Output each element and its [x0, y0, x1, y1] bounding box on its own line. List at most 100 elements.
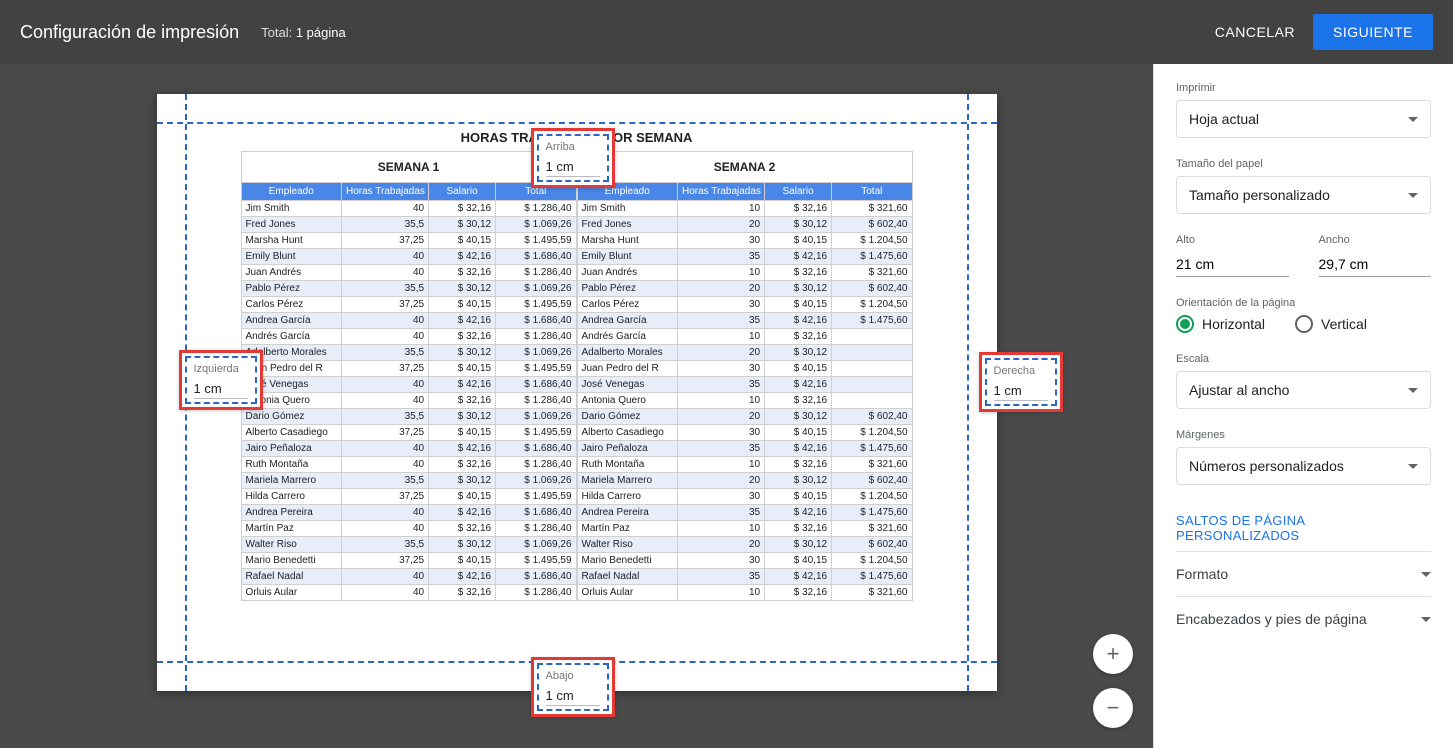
margins-dropdown[interactable]: Números personalizados [1176, 447, 1431, 485]
table-row: Walter Riso35,5$ 30,12$ 1.069,26 [241, 537, 576, 553]
cell-emp: Fred Jones [241, 217, 342, 233]
cell-hours: 40 [342, 265, 429, 281]
margin-top-value[interactable]: 1 cm [546, 159, 600, 177]
cell-total: $ 1.204,50 [832, 425, 912, 441]
cell-emp: Marsha Hunt [241, 233, 342, 249]
height-label: Alto [1176, 234, 1289, 246]
width-input[interactable] [1319, 252, 1432, 277]
cell-emp: Ruth Montaña [241, 457, 342, 473]
total-value: 1 página [296, 25, 346, 40]
cell-salary: $ 32,16 [429, 265, 496, 281]
margin-right-value[interactable]: 1 cm [994, 383, 1048, 401]
table-row: José Venegas35$ 42,16 [577, 377, 912, 393]
margin-callout-left[interactable]: Izquierda 1 cm [179, 350, 263, 410]
cell-hours: 20 [678, 537, 765, 553]
cell-emp: Andrés García [241, 329, 342, 345]
cell-total: $ 602,40 [832, 409, 912, 425]
cancel-button[interactable]: Cancelar [1215, 24, 1295, 40]
scale-dropdown[interactable]: Ajustar al ancho [1176, 371, 1431, 409]
cell-hours: 35 [678, 441, 765, 457]
next-button[interactable]: Siguiente [1313, 14, 1433, 50]
cell-total: $ 1.286,40 [496, 457, 576, 473]
page-preview: HORAS TRABAJADAS POR SEMANA SEMANA 1 Emp… [157, 94, 997, 691]
page-content: HORAS TRABAJADAS POR SEMANA SEMANA 1 Emp… [241, 122, 913, 663]
cell-total: $ 1.495,59 [496, 297, 576, 313]
cell-salary: $ 40,15 [765, 361, 832, 377]
cell-emp: Juan Andrés [241, 265, 342, 281]
week1-block: SEMANA 1 Empleado Horas Trabajadas Salar… [241, 151, 577, 601]
chevron-down-icon [1408, 193, 1418, 198]
format-expander[interactable]: Formato [1176, 551, 1431, 596]
cell-emp: Hilda Carrero [241, 489, 342, 505]
chevron-down-icon [1408, 117, 1418, 122]
cell-salary: $ 30,12 [429, 345, 496, 361]
cell-salary: $ 42,16 [765, 569, 832, 585]
cell-emp: Rafael Nadal [577, 569, 678, 585]
margin-guide-right[interactable] [967, 94, 969, 691]
cell-emp: Orluis Aular [577, 585, 678, 601]
cell-total: $ 1.495,59 [496, 361, 576, 377]
cell-salary: $ 32,16 [429, 201, 496, 217]
table-row: Marsha Hunt30$ 40,15$ 1.204,50 [577, 233, 912, 249]
cell-emp: Dario Gómez [577, 409, 678, 425]
margin-callout-top[interactable]: Arriba 1 cm [531, 128, 615, 188]
table-row: Mariela Marrero35,5$ 30,12$ 1.069,26 [241, 473, 576, 489]
week2-header: SEMANA 2 [577, 151, 913, 182]
cell-salary: $ 40,15 [765, 233, 832, 249]
cell-emp: Carlos Pérez [577, 297, 678, 313]
table-row: Mario Benedetti30$ 40,15$ 1.204,50 [577, 553, 912, 569]
table-row: Hilda Carrero37,25$ 40,15$ 1.495,59 [241, 489, 576, 505]
print-dropdown[interactable]: Hoja actual [1176, 100, 1431, 138]
cell-emp: Andrés García [577, 329, 678, 345]
orientation-vertical-radio[interactable]: Vertical [1295, 315, 1367, 333]
cell-total: $ 1.204,50 [832, 489, 912, 505]
cell-salary: $ 42,16 [429, 313, 496, 329]
table-row: Rafael Nadal35$ 42,16$ 1.475,60 [577, 569, 912, 585]
cell-total: $ 1.475,60 [832, 441, 912, 457]
cell-emp: Andrea Pereira [241, 505, 342, 521]
margin-left-value[interactable]: 1 cm [194, 381, 248, 399]
margin-bottom-value[interactable]: 1 cm [546, 688, 600, 706]
table-row: Ruth Montaña10$ 32,16$ 321,60 [577, 457, 912, 473]
header: Configuración de impresión Total: 1 pági… [0, 0, 1453, 64]
cell-total: $ 321,60 [832, 585, 912, 601]
cell-hours: 35 [678, 377, 765, 393]
orientation-horizontal-radio[interactable]: Horizontal [1176, 315, 1265, 333]
headers-footers-expander[interactable]: Encabezados y pies de página [1176, 596, 1431, 641]
zoom-out-button[interactable]: − [1093, 688, 1133, 728]
cell-salary: $ 40,15 [429, 361, 496, 377]
table-row: Andrea Pereira35$ 42,16$ 1.475,60 [577, 505, 912, 521]
cell-salary: $ 30,12 [765, 409, 832, 425]
cell-salary: $ 30,12 [429, 409, 496, 425]
chevron-down-icon [1421, 572, 1431, 577]
table-row: Alberto Casadiego30$ 40,15$ 1.204,50 [577, 425, 912, 441]
cell-total: $ 1.475,60 [832, 313, 912, 329]
height-input[interactable] [1176, 252, 1289, 277]
table-row: Andrés García10$ 32,16 [577, 329, 912, 345]
cell-emp: Juan Andrés [577, 265, 678, 281]
margin-right-label: Derecha [994, 365, 1048, 377]
radio-unselected-icon [1295, 315, 1313, 333]
margin-callout-bottom[interactable]: Abajo 1 cm [531, 657, 615, 717]
chevron-down-icon [1408, 388, 1418, 393]
cell-hours: 10 [678, 265, 765, 281]
width-label: Ancho [1319, 234, 1432, 246]
cell-emp: Alberto Casadiego [577, 425, 678, 441]
cell-total: $ 1.686,40 [496, 249, 576, 265]
print-label: Imprimir [1176, 82, 1431, 94]
cell-hours: 40 [342, 393, 429, 409]
table-row: José Venegas40$ 42,16$ 1.686,40 [241, 377, 576, 393]
custom-page-breaks-link[interactable]: Saltos de página personalizados [1176, 505, 1431, 551]
table-row: Marsha Hunt37,25$ 40,15$ 1.495,59 [241, 233, 576, 249]
cell-total: $ 1.286,40 [496, 265, 576, 281]
cell-emp: Alberto Casadiego [241, 425, 342, 441]
table-row: Pablo Pérez20$ 30,12$ 602,40 [577, 281, 912, 297]
margin-callout-right[interactable]: Derecha 1 cm [979, 352, 1063, 412]
zoom-in-button[interactable]: + [1093, 634, 1133, 674]
paper-size-dropdown[interactable]: Tamaño personalizado [1176, 176, 1431, 214]
cell-total: $ 321,60 [832, 457, 912, 473]
cell-total: $ 1.475,60 [832, 505, 912, 521]
cell-total: $ 602,40 [832, 281, 912, 297]
cell-total: $ 1.286,40 [496, 393, 576, 409]
cell-hours: 30 [678, 233, 765, 249]
